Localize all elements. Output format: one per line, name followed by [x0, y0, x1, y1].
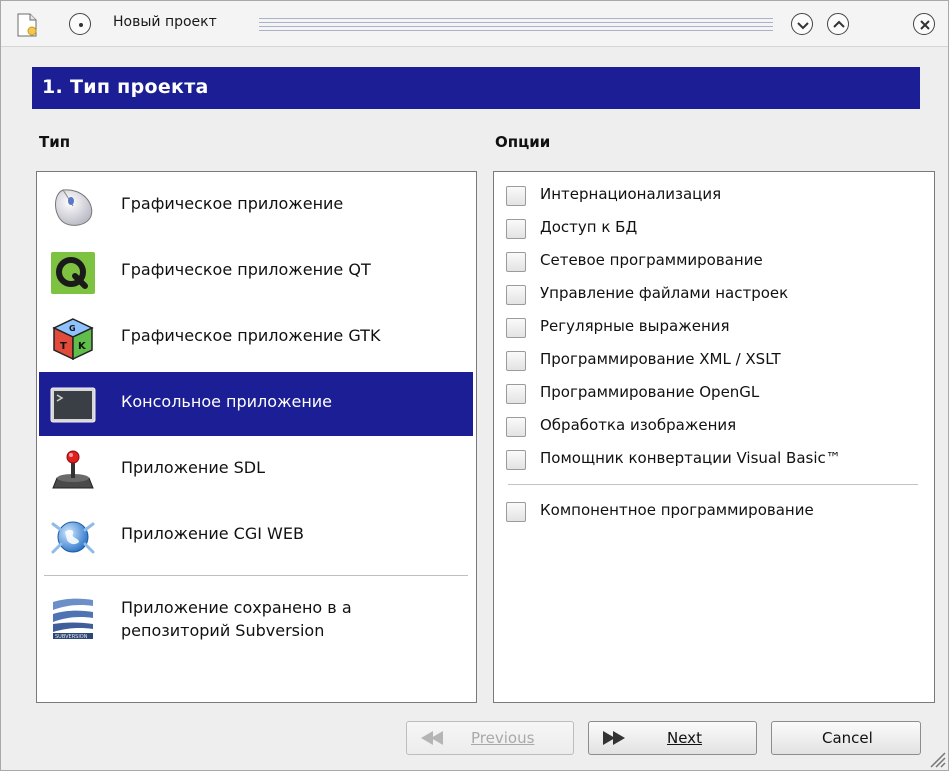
gtk-logo-icon: T K G — [52, 318, 94, 361]
option-label: Регулярные выражения — [540, 317, 730, 335]
svg-text:G: G — [69, 324, 76, 333]
type-list-separator — [44, 575, 468, 576]
type-section-label: Тип — [39, 133, 71, 151]
next-button-label: Next — [667, 729, 702, 747]
minimize-icon[interactable] — [791, 13, 813, 35]
checkbox[interactable] — [506, 318, 526, 338]
option-label: Обработка изображения — [540, 416, 737, 434]
checkbox[interactable] — [506, 252, 526, 272]
type-item-label: Графическое приложение QT — [121, 260, 371, 279]
close-icon[interactable] — [913, 13, 935, 35]
svg-text:SUBVERSION: SUBVERSION — [55, 634, 88, 640]
option-label: Программирование OpenGL — [540, 383, 760, 401]
options-list: Интернационализация Доступ к БД Сетевое … — [493, 171, 935, 703]
type-item-graphical-qt[interactable]: Графическое приложение QT — [39, 240, 473, 304]
title-bar[interactable]: Новый проект — [1, 1, 948, 47]
title-bar-decoration — [259, 18, 773, 32]
page-title: 1. Тип проекта — [42, 76, 209, 98]
qt-logo-icon — [51, 252, 95, 294]
options-separator — [508, 484, 918, 485]
type-item-graphical-gtk[interactable]: T K G Графическое приложение GTK — [39, 306, 473, 370]
type-item-label: Графическое приложение — [121, 194, 344, 213]
option-label: Доступ к БД — [540, 218, 638, 236]
option-label: Программирование XML / XSLT — [540, 350, 781, 368]
type-item-graphical[interactable]: Графическое приложение — [39, 174, 473, 238]
cancel-button[interactable]: Cancel — [771, 721, 921, 755]
previous-button-label: Previous — [471, 729, 535, 747]
window-title: Новый проект — [113, 14, 217, 30]
checkbox[interactable] — [506, 502, 526, 522]
cancel-button-label: Cancel — [822, 729, 873, 747]
console-icon — [50, 387, 96, 423]
new-project-dialog: Новый проект 1. Тип проекта Тип Опции Гр… — [0, 0, 949, 771]
option-vb-conversion[interactable]: Помощник конвертации Visual Basic™ — [506, 448, 926, 470]
type-item-label: Приложение SDL — [121, 458, 266, 477]
web-globe-icon — [51, 521, 95, 554]
option-xml-xslt[interactable]: Программирование XML / XSLT — [506, 349, 926, 371]
type-item-label: Приложение CGI WEB — [121, 524, 304, 543]
subversion-label-line1: Приложение сохранено в а — [121, 598, 352, 617]
option-label: Управление файлами настроек — [540, 284, 789, 302]
type-item-cgi-web[interactable]: Приложение CGI WEB — [39, 504, 473, 568]
option-label: Помощник конвертации Visual Basic™ — [540, 449, 841, 467]
option-network[interactable]: Сетевое программирование — [506, 250, 926, 272]
option-opengl[interactable]: Программирование OpenGL — [506, 382, 926, 404]
option-i18n[interactable]: Интернационализация — [506, 184, 926, 206]
option-component-programming[interactable]: Компонентное программирование — [506, 500, 926, 522]
options-section-label: Опции — [495, 133, 551, 151]
option-config-files[interactable]: Управление файлами настроек — [506, 283, 926, 305]
svg-text:K: K — [78, 341, 87, 352]
type-item-console[interactable]: Консольное приложение — [39, 372, 473, 436]
page-header: 1. Тип проекта — [32, 67, 920, 109]
checkbox[interactable] — [506, 417, 526, 437]
type-item-label: Графическое приложение GTK — [121, 326, 381, 345]
resize-grip-icon[interactable] — [926, 748, 946, 768]
option-image-processing[interactable]: Обработка изображения — [506, 415, 926, 437]
joystick-icon — [52, 450, 94, 489]
subversion-logo-icon: SUBVERSION — [53, 598, 93, 640]
checkbox[interactable] — [506, 384, 526, 404]
checkbox[interactable] — [506, 351, 526, 371]
option-label: Компонентное программирование — [540, 501, 814, 519]
back-arrow-icon — [421, 731, 443, 745]
option-regex[interactable]: Регулярные выражения — [506, 316, 926, 338]
mouse-icon — [55, 189, 93, 226]
type-item-subversion[interactable]: SUBVERSION Приложение сохранено в а репо… — [39, 584, 473, 654]
next-button[interactable]: Next — [588, 721, 757, 755]
checkbox[interactable] — [506, 285, 526, 305]
checkbox[interactable] — [506, 219, 526, 239]
svg-text:T: T — [60, 341, 67, 352]
option-label: Интернационализация — [540, 185, 722, 203]
window-menu-icon[interactable] — [69, 13, 91, 35]
type-item-sdl[interactable]: Приложение SDL — [39, 438, 473, 502]
previous-button[interactable]: Previous — [406, 721, 574, 755]
maximize-icon[interactable] — [827, 13, 849, 35]
checkbox[interactable] — [506, 450, 526, 470]
project-type-list[interactable]: Графическое приложение Графическое прило… — [36, 171, 477, 703]
type-item-label: Консольное приложение — [121, 392, 333, 411]
checkbox[interactable] — [506, 186, 526, 206]
forward-arrow-icon — [603, 731, 625, 745]
option-db-access[interactable]: Доступ к БД — [506, 217, 926, 239]
option-label: Сетевое программирование — [540, 251, 763, 269]
document-icon[interactable] — [15, 12, 39, 38]
subversion-label-line2: репозиторий Subversion — [121, 621, 325, 640]
